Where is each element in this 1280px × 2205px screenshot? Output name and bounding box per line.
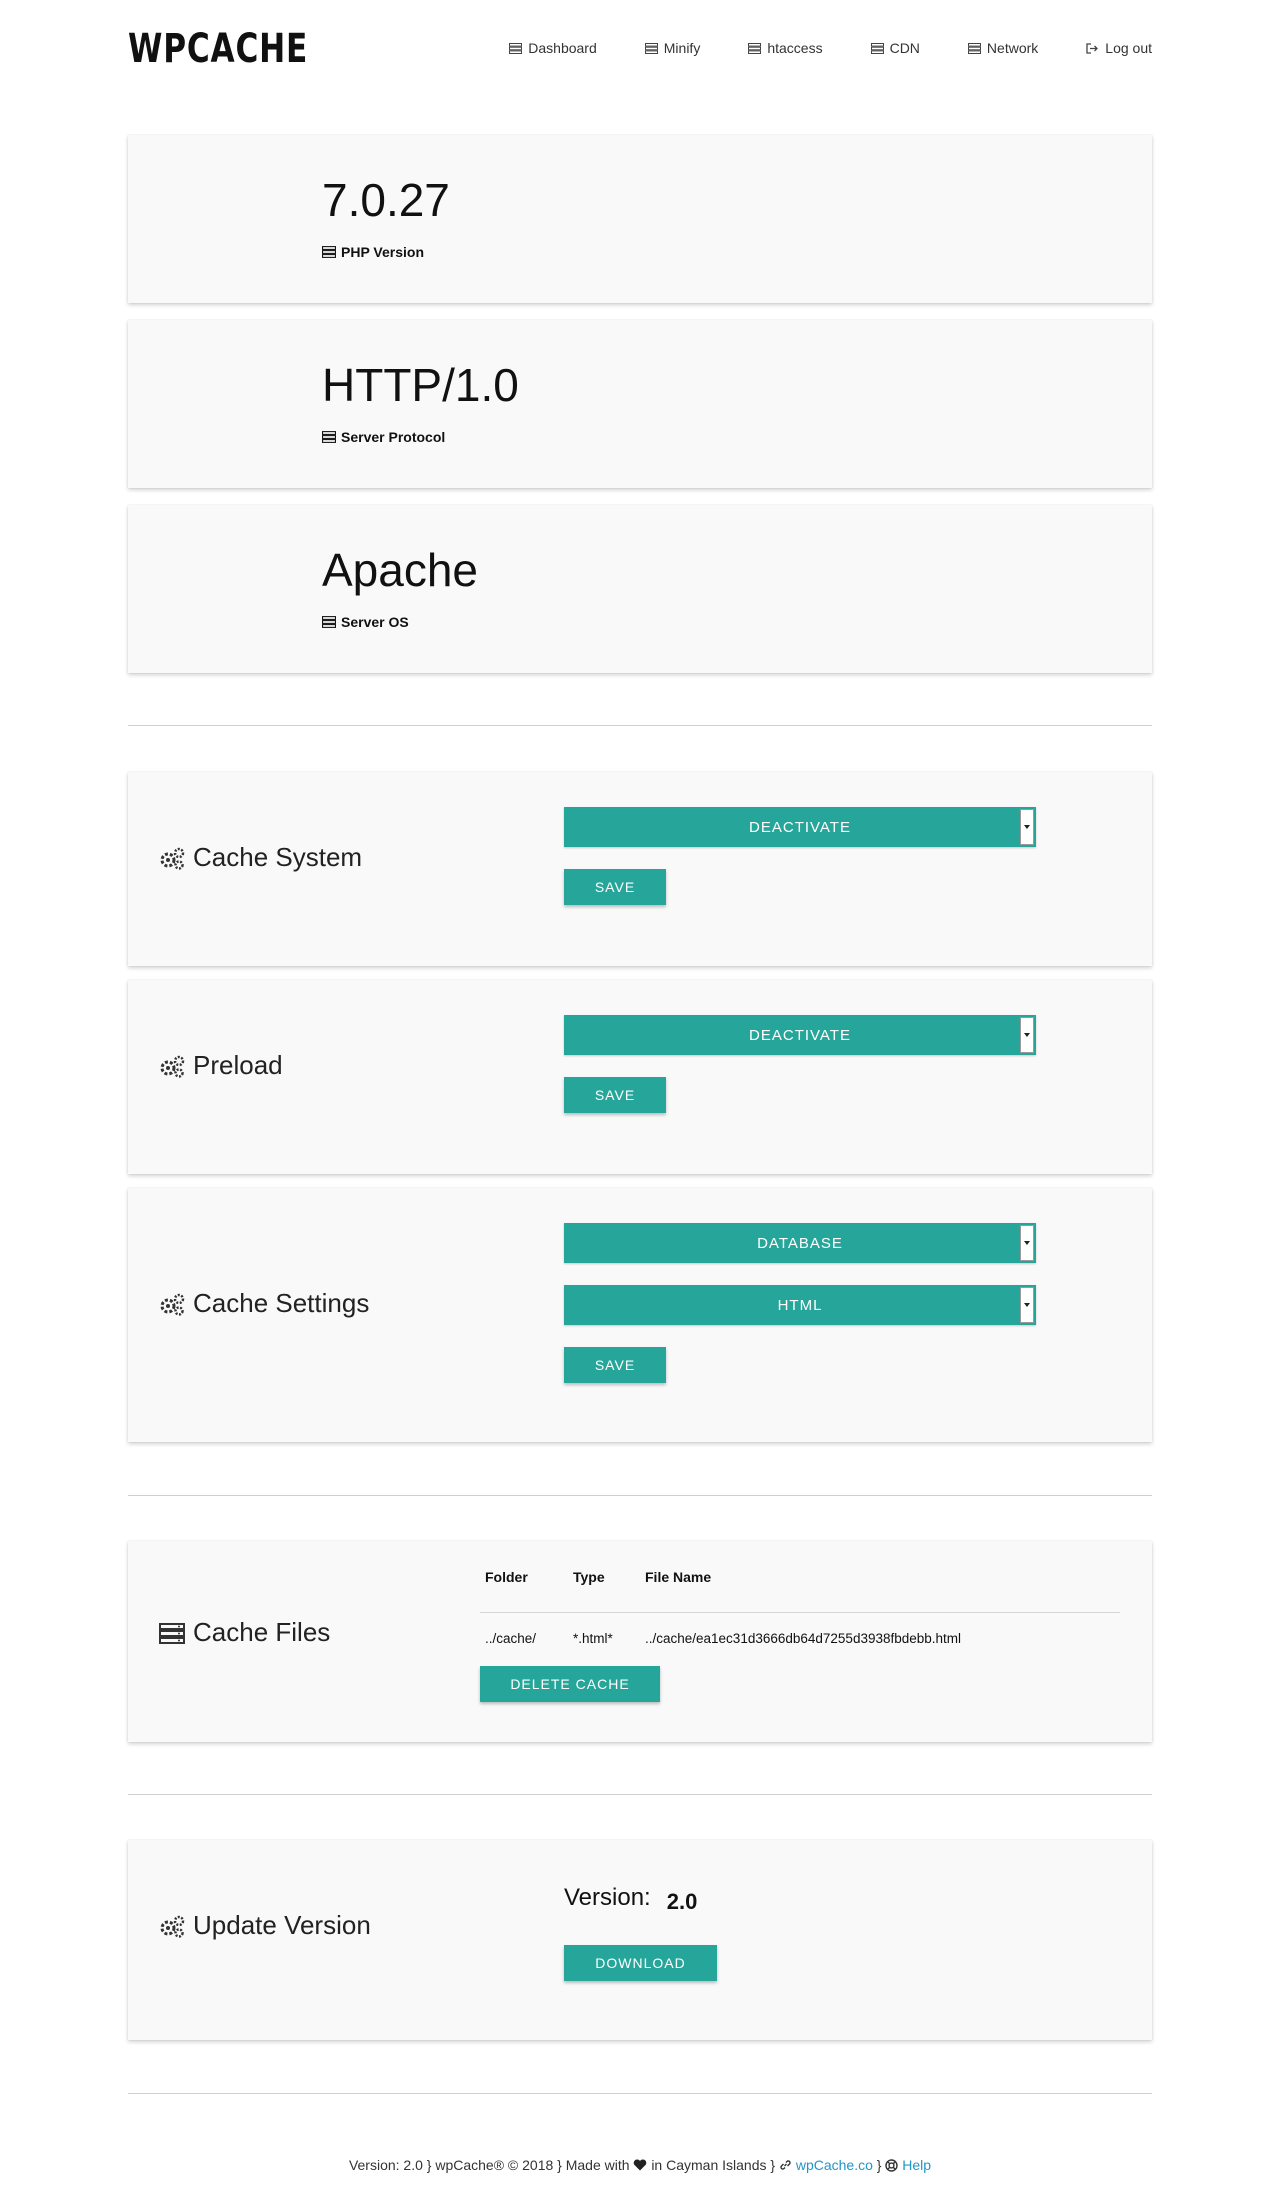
preload-select[interactable]: DEACTIVATE: [564, 1015, 1036, 1055]
save-button[interactable]: SAVE: [564, 869, 666, 905]
life-ring-icon: [885, 2159, 899, 2172]
section-title-text: Cache Files: [193, 1617, 331, 1647]
cache-system-select[interactable]: DEACTIVATE: [564, 807, 1036, 847]
caret-down-icon: [1020, 1287, 1034, 1323]
cache-storage-select[interactable]: DATABASE: [564, 1223, 1036, 1263]
server-icon: [967, 42, 981, 54]
column-header: Type: [573, 1569, 605, 1585]
link-icon: [780, 2160, 791, 2170]
column-header: File Name: [645, 1569, 712, 1585]
stat-value: 7.0.27: [322, 174, 450, 226]
nav-minify[interactable]: Minify: [644, 40, 701, 56]
section-title: Cache Files: [159, 1617, 330, 1648]
server-icon: [748, 42, 762, 54]
nav-network[interactable]: Network: [967, 40, 1039, 56]
table-cell: ../cache/ea1ec31d3666db64d7255d3938fbdeb…: [645, 1631, 962, 1646]
section-title-text: Update Version: [193, 1910, 371, 1940]
nav-label: Minify: [663, 40, 701, 56]
select-value: DATABASE: [757, 1234, 843, 1252]
stat-label: PHP Version: [322, 244, 424, 260]
divider: [128, 2093, 1152, 2094]
main-nav: Dashboard Minify htaccess CDN Network Lo…: [509, 40, 1152, 56]
nav-htaccess[interactable]: htaccess: [748, 40, 823, 56]
top-header: WPCACHE Dashboard Minify htaccess CDN Ne…: [128, 0, 1152, 100]
server-icon: [870, 42, 884, 54]
stat-label: Server Protocol: [322, 429, 445, 445]
version-label: Version:: [564, 1884, 651, 1911]
gears-icon: [160, 1293, 185, 1316]
help-link[interactable]: Help: [902, 2157, 931, 2173]
save-button[interactable]: SAVE: [564, 1077, 666, 1113]
nav-cdn[interactable]: CDN: [870, 40, 920, 56]
caret-down-icon: [1020, 1017, 1034, 1053]
logo[interactable]: WPCACHE: [128, 26, 308, 72]
server-icon: [159, 1622, 185, 1644]
server-icon: [644, 42, 658, 54]
caret-down-icon: [1020, 809, 1034, 845]
cache-settings-card: Cache Settings DATABASE HTML SAVE: [128, 1188, 1152, 1442]
nav-label: Dashboard: [528, 40, 597, 56]
footer-sep: }: [876, 2157, 882, 2173]
footer-middle: in Cayman Islands }: [651, 2157, 776, 2173]
column-header: Folder: [485, 1569, 528, 1585]
stat-label-text: PHP Version: [341, 244, 425, 260]
section-title: Update Version: [159, 1910, 371, 1941]
nav-label: CDN: [889, 40, 920, 56]
section-title-text: Preload: [193, 1050, 283, 1080]
table-cell: *.html*: [573, 1631, 613, 1646]
nav-label: Log out: [1105, 40, 1152, 56]
stat-card-php: 7.0.27 PHP Version: [128, 135, 1152, 303]
stat-value: Apache: [322, 544, 479, 596]
select-value: HTML: [777, 1296, 823, 1314]
caret-down-icon: [1020, 1225, 1034, 1261]
cache-files-card: Cache Files Folder Type File Name ../cac…: [128, 1541, 1152, 1742]
table-cell: ../cache/: [485, 1631, 537, 1646]
section-title: Cache System: [159, 842, 362, 873]
nav-dashboard[interactable]: Dashboard: [509, 40, 597, 56]
section-title-text: Cache Settings: [193, 1288, 370, 1318]
download-button[interactable]: DOWNLOAD: [564, 1945, 717, 1981]
divider: [128, 1794, 1152, 1795]
server-icon: [322, 431, 336, 443]
save-button[interactable]: SAVE: [564, 1347, 666, 1383]
stat-label-text: Server Protocol: [341, 429, 446, 445]
nav-label: Network: [986, 40, 1039, 56]
cache-system-card: Cache System DEACTIVATE SAVE: [128, 772, 1152, 966]
stat-label: Server OS: [322, 614, 409, 630]
stat-card-protocol: HTTP/1.0 Server Protocol: [128, 320, 1152, 488]
divider: [128, 1495, 1152, 1496]
section-title: Cache Settings: [159, 1288, 369, 1319]
section-title: Preload: [159, 1050, 283, 1081]
stat-value: HTTP/1.0: [322, 359, 519, 411]
table-divider: [480, 1612, 1120, 1613]
gears-icon: [160, 1915, 185, 1938]
gears-icon: [160, 847, 185, 870]
stat-label-text: Server OS: [341, 614, 409, 630]
nav-logout[interactable]: Log out: [1086, 40, 1152, 56]
select-value: DEACTIVATE: [749, 1026, 851, 1044]
server-icon: [322, 246, 336, 258]
divider: [128, 725, 1152, 726]
footer: Version: 2.0 } wpCache® © 2018 } Made wi…: [0, 2157, 1280, 2173]
preload-card: Preload DEACTIVATE SAVE: [128, 980, 1152, 1174]
sign-out-icon: [1086, 42, 1099, 54]
site-link[interactable]: wpCache.co: [796, 2157, 873, 2173]
select-value: DEACTIVATE: [749, 818, 851, 836]
heart-icon: [634, 2159, 647, 2171]
stat-card-os: Apache Server OS: [128, 505, 1152, 673]
server-icon: [509, 42, 523, 54]
version-value: 2.0: [666, 1889, 698, 1914]
cache-format-select[interactable]: HTML: [564, 1285, 1036, 1325]
server-icon: [322, 616, 336, 628]
footer-prefix: Version: 2.0 } wpCache® © 2018 } Made wi…: [348, 2157, 630, 2173]
version-display: Version: 2.0: [564, 1884, 698, 1914]
delete-cache-button[interactable]: DELETE CACHE: [480, 1666, 660, 1702]
nav-label: htaccess: [767, 40, 823, 56]
section-title-text: Cache System: [193, 842, 363, 872]
gears-icon: [160, 1055, 185, 1078]
update-version-card: Update Version Version: 2.0 DOWNLOAD: [128, 1840, 1152, 2040]
